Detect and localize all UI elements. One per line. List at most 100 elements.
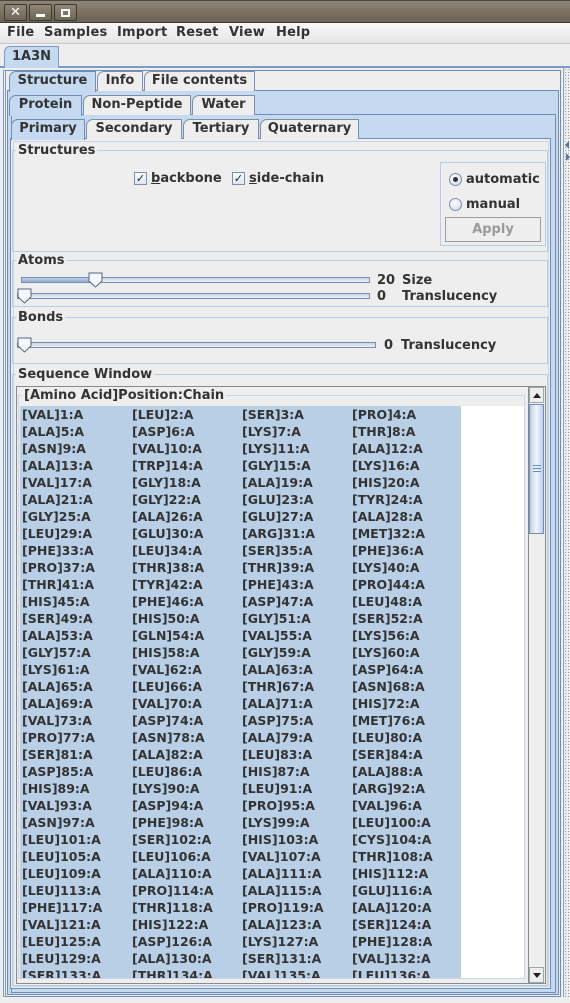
atom-translucency-slider-thumb[interactable] — [17, 288, 32, 304]
manual-radio[interactable] — [449, 198, 462, 211]
tab-secondary[interactable]: Secondary — [86, 119, 182, 139]
residue-item[interactable]: [PHE]43:A — [242, 577, 314, 592]
residue-item[interactable]: [THR]38:A — [132, 560, 204, 575]
residue-item[interactable]: [TRP]14:A — [132, 458, 203, 473]
residue-item[interactable]: [LYS]56:A — [352, 628, 420, 643]
split-pane-divider[interactable] — [563, 68, 570, 997]
residue-item[interactable]: [ASN]78:A — [132, 730, 205, 745]
residue-item[interactable]: [ALA]12:A — [352, 441, 423, 456]
residue-item[interactable]: [ASN]68:A — [352, 679, 425, 694]
atom-size-slider[interactable] — [21, 277, 370, 283]
residue-item[interactable]: [ASP]64:A — [352, 662, 423, 677]
residue-item[interactable]: [VAL]70:A — [132, 696, 202, 711]
collapse-left-icon[interactable] — [565, 141, 569, 149]
residue-item[interactable]: [HIS]58:A — [132, 645, 200, 660]
residue-item[interactable]: [ASP]47:A — [242, 594, 313, 609]
residue-item[interactable]: [LEU]48:A — [352, 594, 422, 609]
residue-item[interactable]: [SER]35:A — [242, 543, 313, 558]
residue-item[interactable]: [GLY]22:A — [132, 492, 201, 507]
residue-item[interactable]: [LEU]100:A — [352, 815, 431, 830]
menu-samples[interactable]: Samples — [44, 25, 107, 40]
residue-item[interactable]: [SER]133:A — [22, 968, 101, 978]
residue-item[interactable]: [ASP]74:A — [132, 713, 203, 728]
residue-item[interactable]: [HIS]122:A — [132, 917, 208, 932]
residue-item[interactable]: [ASP]6:A — [132, 424, 195, 439]
residue-item[interactable]: [LYS]40:A — [352, 560, 420, 575]
residue-item[interactable]: [THR]118:A — [132, 900, 213, 915]
residue-item[interactable]: [SER]49:A — [22, 611, 93, 626]
residue-item[interactable]: [LYS]11:A — [242, 441, 310, 456]
residue-item[interactable]: [VAL]121:A — [22, 917, 101, 932]
residue-item[interactable]: [ALA]21:A — [22, 492, 93, 507]
scrollbar-thumb[interactable] — [529, 404, 544, 534]
residue-item[interactable]: [LEU]86:A — [132, 764, 202, 779]
backbone-checkbox[interactable]: ✓ — [134, 172, 147, 185]
residue-item[interactable]: [SER]131:A — [242, 951, 321, 966]
window-maximize-button[interactable] — [54, 4, 77, 21]
residue-item[interactable]: [VAL]96:A — [352, 798, 422, 813]
residue-item[interactable]: [LEU]83:A — [242, 747, 312, 762]
residue-item[interactable]: [LYS]16:A — [352, 458, 420, 473]
residue-item[interactable]: [LEU]105:A — [22, 849, 101, 864]
residue-item[interactable]: [THR]67:A — [242, 679, 314, 694]
residue-item[interactable]: [PRO]119:A — [242, 900, 324, 915]
side-chain-checkbox[interactable]: ✓ — [232, 172, 245, 185]
residue-item[interactable]: [ALA]53:A — [22, 628, 93, 643]
residue-item[interactable]: [SER]52:A — [352, 611, 423, 626]
residue-item[interactable]: [ARG]92:A — [352, 781, 425, 796]
residue-item[interactable]: [ALA]88:A — [352, 764, 423, 779]
backbone-label[interactable]: backbone — [151, 171, 222, 186]
residue-item[interactable]: [GLY]18:A — [132, 475, 201, 490]
residue-item[interactable]: [HIS]50:A — [132, 611, 200, 626]
residue-item[interactable]: [PRO]37:A — [22, 560, 95, 575]
residue-item[interactable]: [ALA]82:A — [132, 747, 203, 762]
menu-import[interactable]: Import — [117, 25, 167, 40]
tab-non-peptide[interactable]: Non-Peptide — [83, 95, 191, 115]
residue-item[interactable]: [HIS]20:A — [352, 475, 420, 490]
residue-item[interactable]: [THR]134:A — [132, 968, 213, 978]
residue-item[interactable]: [SER]124:A — [352, 917, 431, 932]
residue-item[interactable]: [ALA]5:A — [22, 424, 84, 439]
residue-item[interactable]: [ARG]31:A — [242, 526, 315, 541]
residue-item[interactable]: [GLY]57:A — [22, 645, 91, 660]
residue-item[interactable]: [LYS]60:A — [352, 645, 420, 660]
residue-item[interactable]: [SER]102:A — [132, 832, 211, 847]
residue-item[interactable]: [LEU]34:A — [132, 543, 202, 558]
residue-item[interactable]: [LYS]61:A — [22, 662, 90, 677]
residue-item[interactable]: [LEU]136:A — [352, 968, 431, 978]
residue-item[interactable]: [VAL]55:A — [242, 628, 312, 643]
residue-item[interactable]: [SER]84:A — [352, 747, 423, 762]
residue-item[interactable]: [HIS]112:A — [352, 866, 428, 881]
residue-item[interactable]: [GLY]15:A — [242, 458, 311, 473]
residue-item[interactable]: [VAL]93:A — [22, 798, 92, 813]
residue-item[interactable]: [LYS]99:A — [242, 815, 310, 830]
residue-item[interactable]: [ALA]19:A — [242, 475, 313, 490]
residue-item[interactable]: [ALA]63:A — [242, 662, 313, 677]
atom-translucency-slider[interactable] — [17, 293, 370, 299]
residue-item[interactable]: [GLU]23:A — [242, 492, 313, 507]
residue-item[interactable]: [ALA]111:A — [242, 866, 322, 881]
residue-item[interactable]: [LEU]109:A — [22, 866, 101, 881]
residue-item[interactable]: [HIS]89:A — [22, 781, 90, 796]
apply-button[interactable]: Apply — [445, 217, 541, 242]
residue-item[interactable]: [SER]3:A — [242, 407, 304, 422]
residue-item[interactable]: [GLY]25:A — [22, 509, 91, 524]
residue-item[interactable]: [GLY]51:A — [242, 611, 311, 626]
residue-item[interactable]: [PHE]36:A — [352, 543, 424, 558]
residue-item[interactable]: [TYR]42:A — [132, 577, 203, 592]
residue-item[interactable]: [THR]41:A — [22, 577, 94, 592]
manual-label[interactable]: manual — [466, 197, 520, 212]
residue-item[interactable]: [ALA]69:A — [22, 696, 93, 711]
residue-item[interactable]: [MET]32:A — [352, 526, 425, 541]
residue-item[interactable]: [HIS]45:A — [22, 594, 90, 609]
residue-item[interactable]: [PRO]77:A — [22, 730, 95, 745]
residue-item[interactable]: [ASP]126:A — [132, 934, 212, 949]
residue-item[interactable]: [GLY]59:A — [242, 645, 311, 660]
residue-item[interactable]: [LEU]29:A — [22, 526, 92, 541]
residue-item[interactable]: [LEU]125:A — [22, 934, 101, 949]
residue-item[interactable]: [VAL]107:A — [242, 849, 321, 864]
residue-item[interactable]: [GLU]30:A — [132, 526, 203, 541]
residue-item[interactable]: [ALA]26:A — [132, 509, 203, 524]
residue-item[interactable]: [PHE]128:A — [352, 934, 432, 949]
residue-item[interactable]: [PHE]46:A — [132, 594, 204, 609]
